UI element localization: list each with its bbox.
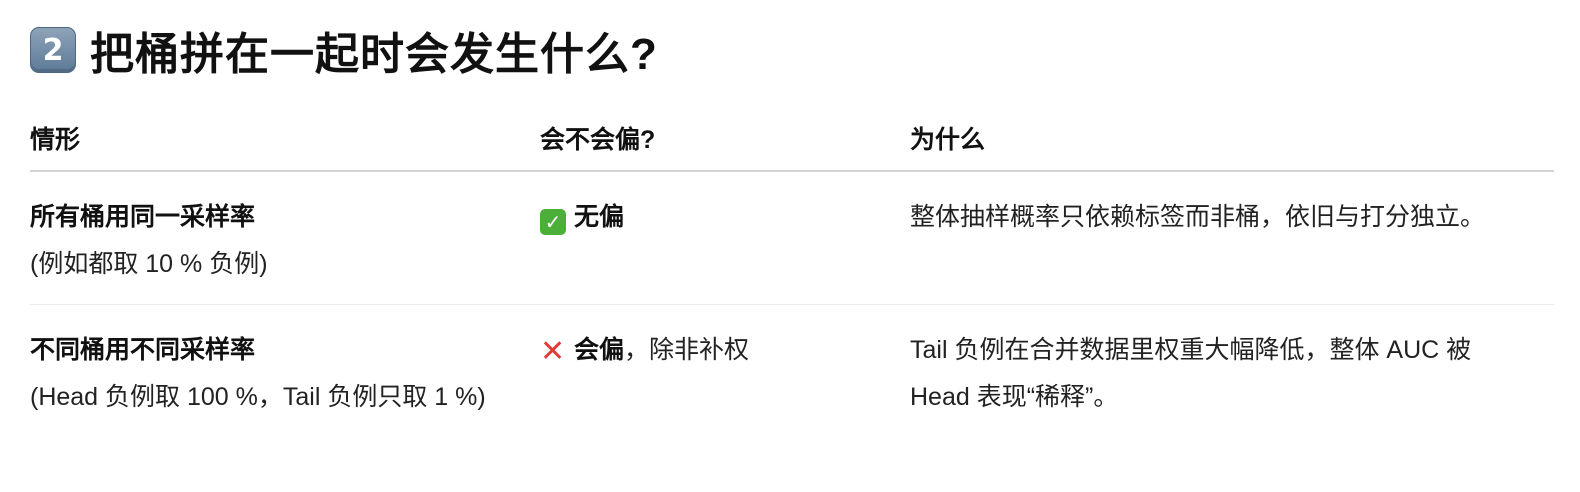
section-title: 把桶拼在一起时会发生什么? (90, 30, 658, 79)
case-cell: 不同桶用不同采样率 (Head 负例取 100 %，Tail 负例只取 1 %) (30, 305, 540, 438)
case-title: 所有桶用同一采样率 (30, 203, 256, 231)
table-row: 所有桶用同一采样率 (例如都取 10 % 负例) ✓ 无偏 整体抽样概率只依赖标签… (30, 171, 1554, 305)
table-header-row: 情形 会不会偏? 为什么 (30, 110, 1554, 172)
verdict-extra: ，除非补权 (624, 336, 750, 364)
comparison-table: 情形 会不会偏? 为什么 所有桶用同一采样率 (例如都取 10 % 负例) ✓ 无… (30, 110, 1554, 437)
check-mark-icon: ✓ (540, 209, 566, 235)
verdict-cell: ✓ 无偏 (540, 171, 910, 305)
column-header-case: 情形 (30, 110, 540, 172)
case-note: (Head 负例取 100 %，Tail 负例只取 1 %) (30, 383, 486, 411)
case-title: 不同桶用不同采样率 (30, 336, 256, 364)
verdict-label: 无偏 (574, 203, 625, 231)
cross-mark-icon: ✕ (540, 334, 566, 369)
verdict-label: 会偏 (574, 336, 625, 364)
case-note: (例如都取 10 % 负例) (30, 250, 268, 278)
keycap-number-icon: 2 (30, 27, 76, 73)
case-cell: 所有桶用同一采样率 (例如都取 10 % 负例) (30, 171, 540, 305)
reason-cell: 整体抽样概率只依赖标签而非桶，依旧与打分独立。 (910, 171, 1554, 305)
column-header-reason: 为什么 (910, 110, 1554, 172)
reason-cell: Tail 负例在合并数据里权重大幅降低，整体 AUC 被 Head 表现“稀释”… (910, 336, 1472, 411)
table-row: 不同桶用不同采样率 (Head 负例取 100 %，Tail 负例只取 1 %)… (30, 305, 1554, 438)
section-heading: 2 把桶拼在一起时会发生什么? (30, 22, 658, 79)
verdict-cell: ✕ 会偏，除非补权 (540, 305, 910, 438)
column-header-biased: 会不会偏? (540, 110, 910, 172)
